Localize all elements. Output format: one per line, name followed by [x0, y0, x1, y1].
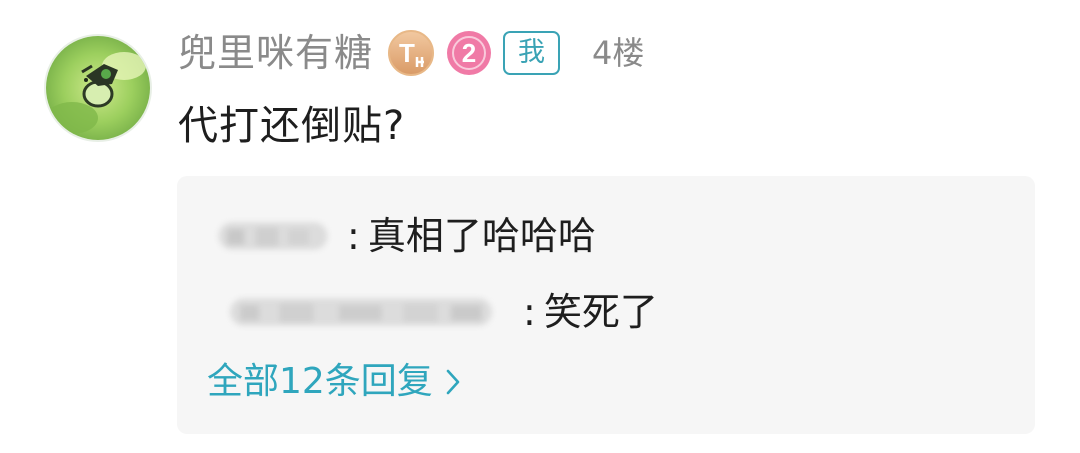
reply-text: 真相了哈哈哈: [367, 214, 596, 258]
reply-author-blurred: [218, 222, 328, 250]
reply-item[interactable]: : 真相了哈哈哈: [205, 210, 596, 262]
avatar[interactable]: [44, 34, 152, 142]
reply-separator: :: [523, 290, 536, 334]
replies-panel[interactable]: : 真相了哈哈哈 : 笑死了 全部12条回复: [177, 176, 1035, 434]
username[interactable]: 兜里咪有糖: [178, 26, 373, 80]
reply-item[interactable]: : 笑死了: [205, 286, 658, 338]
chevron-right-icon: [446, 369, 460, 395]
reply-text: 笑死了: [543, 290, 658, 334]
level-badge-icon: 2: [445, 29, 493, 77]
avatar-image: [46, 36, 150, 140]
comment-text: 代打还倒贴?: [178, 103, 406, 149]
me-tag: 我: [503, 31, 561, 75]
svg-text:T: T: [399, 38, 415, 68]
svg-text:2: 2: [462, 38, 476, 68]
title-badge-icon: T: [387, 29, 435, 77]
reply-author-blurred: [230, 298, 492, 326]
floor-number: 4楼: [592, 34, 645, 72]
comment-header: 兜里咪有糖 T 2 我 4楼: [178, 26, 644, 80]
view-all-replies-link[interactable]: 全部12条回复: [207, 356, 461, 408]
view-all-replies-label: 全部12条回复: [207, 361, 433, 402]
reply-separator: :: [347, 214, 360, 258]
